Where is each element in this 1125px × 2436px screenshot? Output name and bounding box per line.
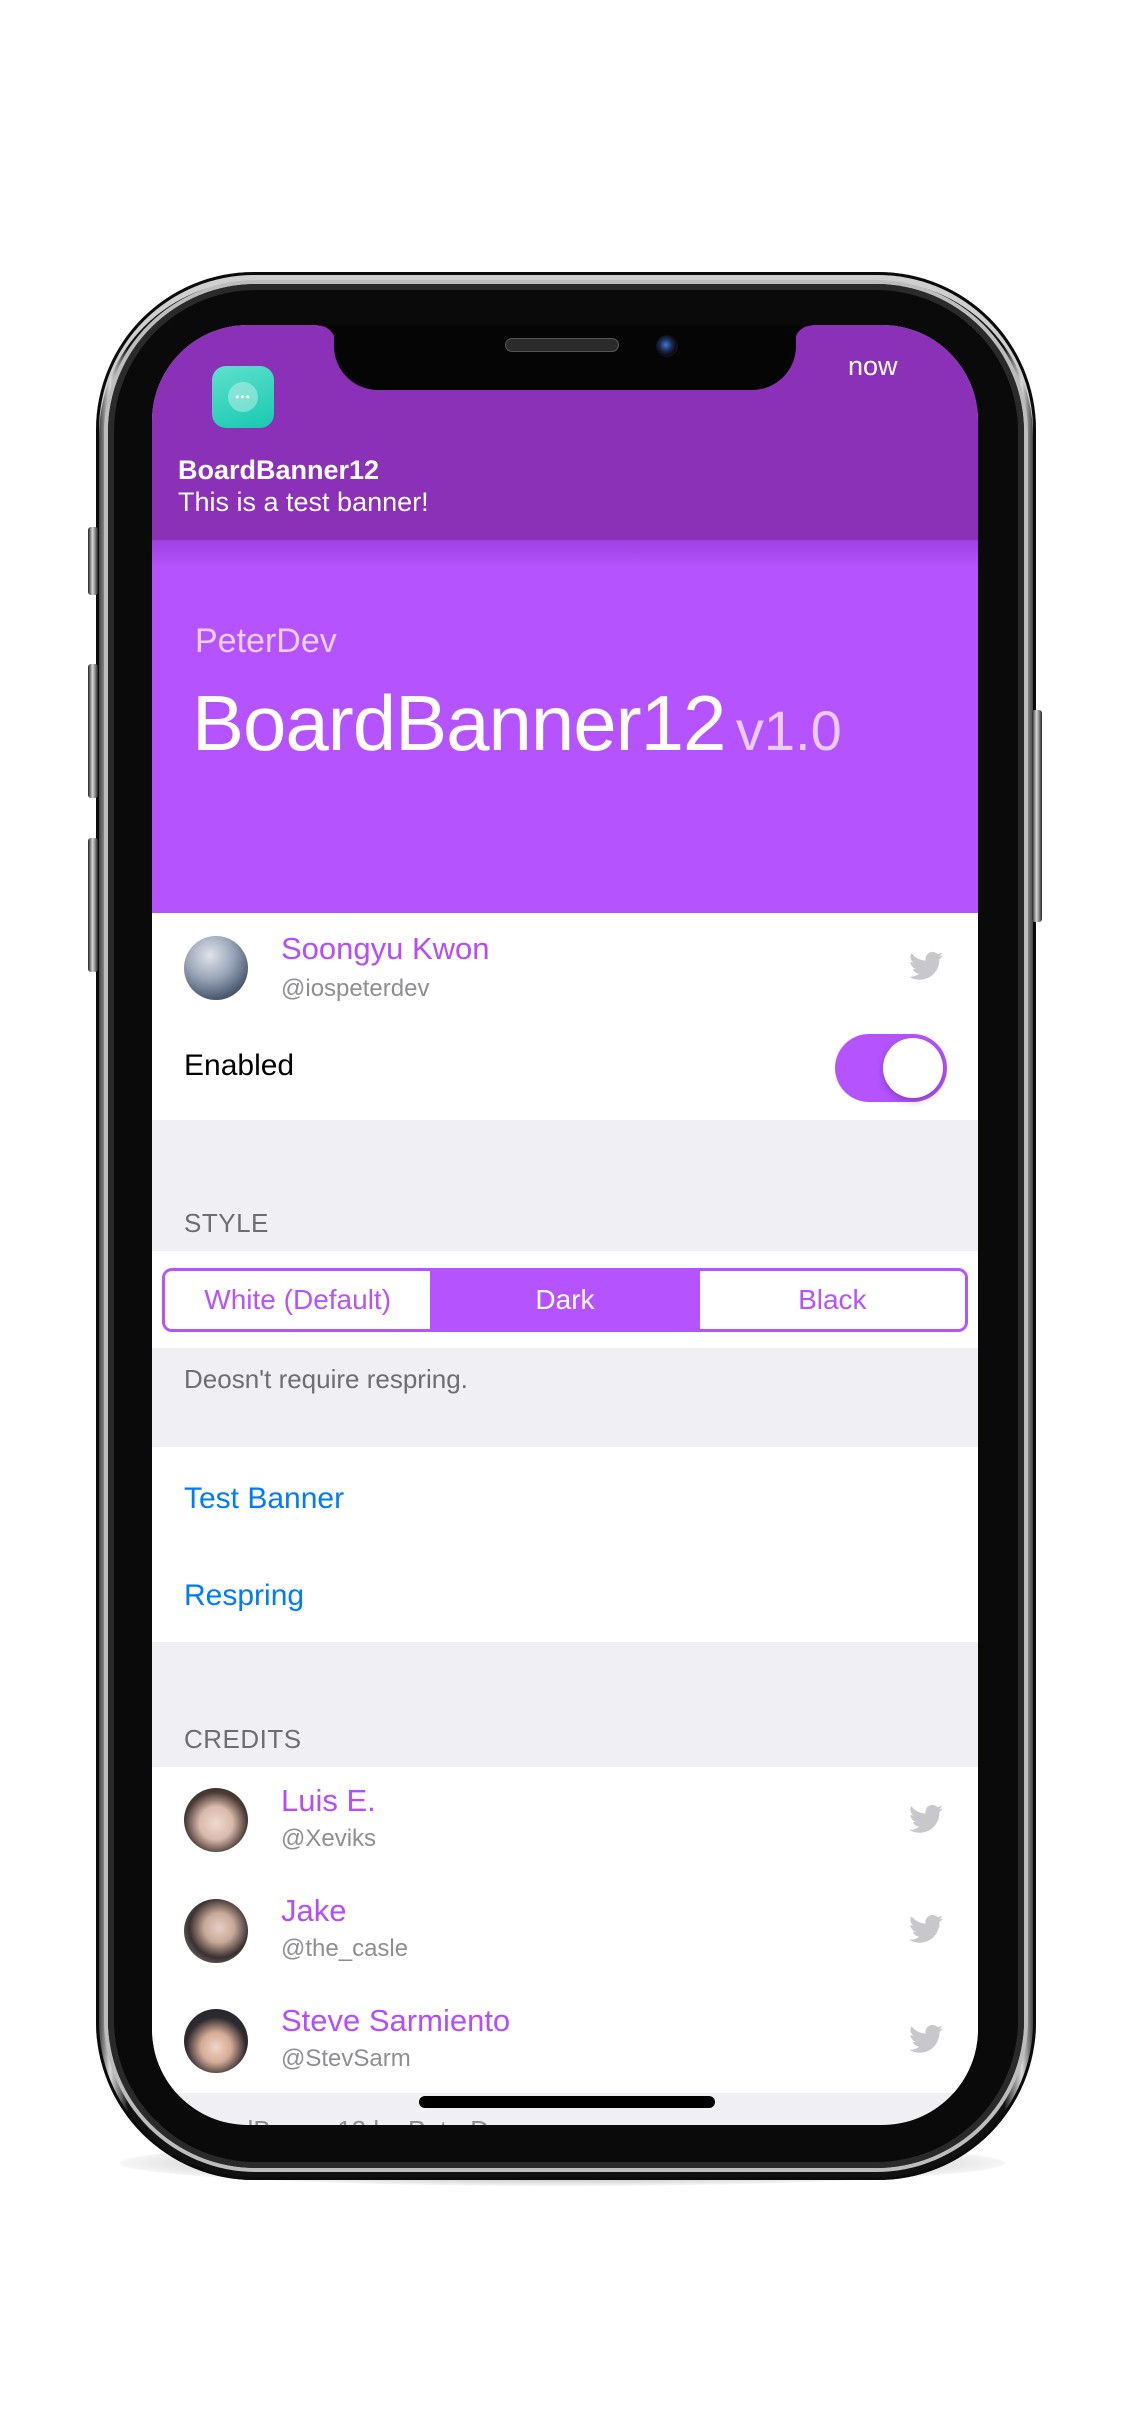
tweak-title-line: BoardBanner12 v1.0 bbox=[192, 678, 842, 769]
author-avatar bbox=[184, 936, 248, 1000]
twitter-icon bbox=[909, 951, 943, 980]
mute-switch bbox=[88, 527, 98, 595]
phone-screen: ••• now BoardBanner12 This is a test ban… bbox=[152, 325, 978, 2125]
front-camera bbox=[656, 335, 678, 357]
tweak-header: PeterDev BoardBanner12 v1.0 bbox=[152, 540, 978, 913]
credit-name: Luis E. bbox=[281, 1783, 376, 1818]
notification-message: This is a test banner! bbox=[178, 487, 429, 517]
author-name: Soongyu Kwon bbox=[281, 931, 490, 966]
header-shadow bbox=[152, 540, 978, 566]
segment-black[interactable]: Black bbox=[697, 1271, 965, 1329]
notch bbox=[334, 325, 796, 390]
author-handle: @iospeterdev bbox=[281, 975, 430, 1002]
credit-row[interactable]: Luis E. @Xeviks bbox=[152, 1767, 978, 1877]
notch-corner-right bbox=[794, 325, 812, 343]
developer-name: PeterDev bbox=[195, 622, 337, 660]
footer-credit-text: BoardBanner12 by PeterDev bbox=[184, 2115, 516, 2125]
enabled-row: Enabled bbox=[152, 1013, 978, 1120]
twitter-icon bbox=[909, 1804, 943, 1833]
credit-avatar bbox=[184, 1788, 248, 1852]
tweak-title: BoardBanner12 bbox=[192, 679, 726, 767]
credit-avatar bbox=[184, 2009, 248, 2073]
side-power-button bbox=[1032, 710, 1042, 922]
author-row[interactable]: Soongyu Kwon @iospeterdev bbox=[152, 913, 978, 1013]
volume-down-button bbox=[88, 838, 98, 972]
twitter-icon bbox=[909, 1914, 943, 1943]
credit-avatar bbox=[184, 1899, 248, 1963]
notification-title: BoardBanner12 bbox=[178, 455, 380, 485]
enabled-label: Enabled bbox=[184, 1049, 295, 1082]
segment-white[interactable]: White (Default) bbox=[165, 1271, 431, 1329]
volume-up-button bbox=[88, 664, 98, 798]
respring-button[interactable]: Respring bbox=[184, 1579, 304, 1613]
credits-group: Luis E. @Xeviks Jake @the_casle Steve Sa… bbox=[152, 1767, 978, 2093]
credit-row[interactable]: Steve Sarmiento @StevSarm bbox=[152, 1987, 978, 2093]
app-icon: ••• bbox=[212, 366, 274, 428]
actions-group: Test Banner Respring bbox=[152, 1447, 978, 1642]
messages-bubble-icon: ••• bbox=[228, 382, 258, 412]
twitter-icon bbox=[909, 2024, 943, 2053]
credit-row[interactable]: Jake @the_casle bbox=[152, 1877, 978, 1987]
credit-name: Steve Sarmiento bbox=[281, 2003, 511, 2038]
credit-name: Jake bbox=[281, 1893, 347, 1928]
credit-handle: @StevSarm bbox=[281, 2045, 411, 2072]
credit-handle: @the_casle bbox=[281, 1935, 409, 1962]
main-group: Soongyu Kwon @iospeterdev Enabled bbox=[152, 913, 978, 1120]
home-indicator[interactable] bbox=[419, 2096, 715, 2108]
style-section-header: STYLE bbox=[184, 1208, 269, 1238]
style-row: White (Default) Dark Black bbox=[152, 1251, 978, 1348]
notification-time: now bbox=[848, 351, 898, 381]
test-banner-button[interactable]: Test Banner bbox=[184, 1482, 344, 1516]
tweak-version: v1.0 bbox=[735, 699, 842, 762]
style-section-footer: Deosn't require respring. bbox=[184, 1364, 468, 1394]
credit-handle: @Xeviks bbox=[281, 1825, 377, 1852]
enabled-toggle[interactable] bbox=[835, 1034, 947, 1102]
earpiece-speaker bbox=[505, 338, 619, 352]
toggle-knob bbox=[883, 1038, 943, 1098]
notch-corner-left bbox=[318, 325, 336, 343]
style-segmented-control[interactable]: White (Default) Dark Black bbox=[162, 1268, 968, 1332]
segment-dark[interactable]: Dark bbox=[430, 1271, 698, 1329]
credits-section-header: CREDITS bbox=[184, 1724, 302, 1754]
